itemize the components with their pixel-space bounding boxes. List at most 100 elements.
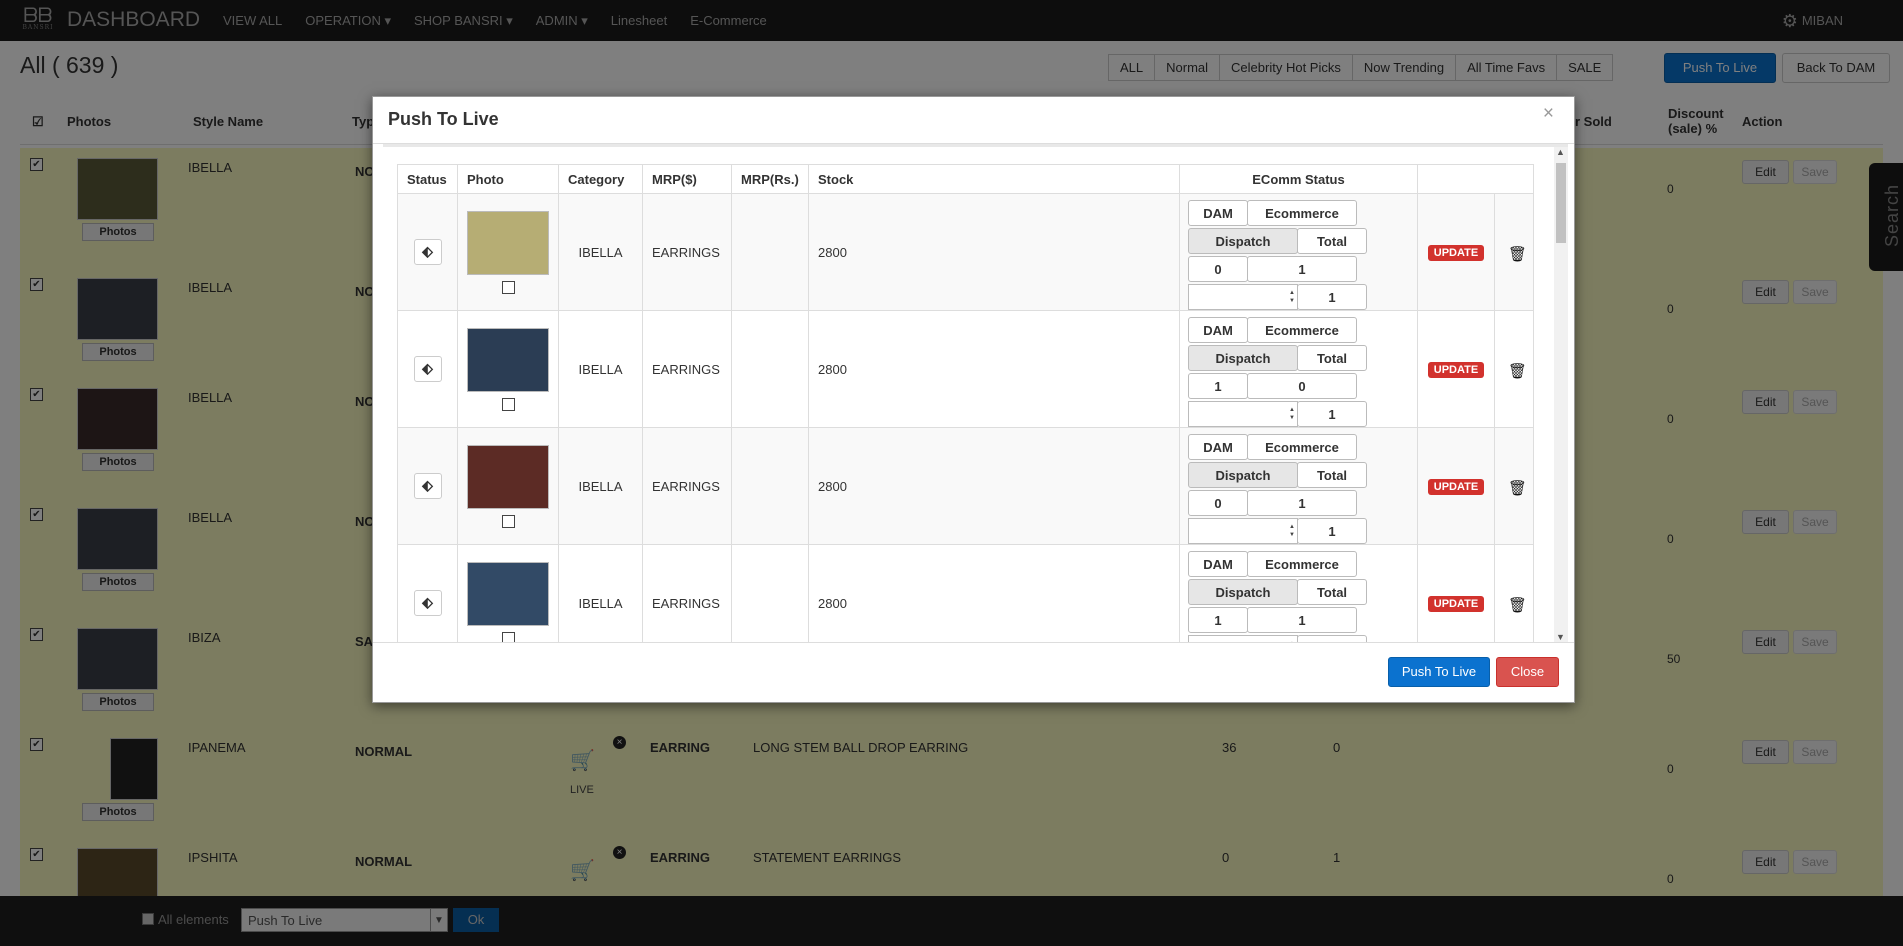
- style-value: IBELLA: [558, 310, 643, 428]
- stepper-icon[interactable]: ▲▼: [1289, 406, 1295, 422]
- style-value: IBELLA: [558, 193, 643, 311]
- dispatch-label[interactable]: Dispatch: [1188, 462, 1298, 488]
- total-count: 1: [1297, 518, 1367, 544]
- ecomm-status-widget: DAM Ecommerce Dispatch Total 0 1 ▲ ▼ 1: [1188, 194, 1408, 310]
- category-value: EARRINGS: [642, 193, 732, 311]
- photo-checkbox[interactable]: [501, 514, 515, 528]
- stock-value: 2800: [808, 544, 1180, 642]
- stock-value: 2800: [808, 310, 1180, 428]
- style-value: IBELLA: [558, 427, 643, 545]
- push-to-live-modal: Push To Live × ▲ ▼ Status Photo Category…: [372, 96, 1575, 703]
- col-status: Status: [397, 164, 458, 194]
- dispatch-quantity-input[interactable]: ▲▼: [1188, 401, 1298, 427]
- col-ecomm-status: EComm Status: [1179, 164, 1418, 194]
- category-value: EARRINGS: [642, 544, 732, 642]
- dispatch-quantity-input[interactable]: ▲▼: [1188, 635, 1298, 642]
- mrp-rs-value: [731, 427, 809, 545]
- scrollbar-thumb[interactable]: [1556, 163, 1566, 243]
- stepper-icon[interactable]: ▲▼: [1289, 523, 1295, 539]
- modal-body: ▲ ▼ Status Photo Category MRP($) MRP(Rs.…: [383, 144, 1568, 642]
- ecomm-status-widget: DAM Ecommerce Dispatch Total 1 0 ▲ ▼ 1: [1188, 311, 1408, 427]
- total-label[interactable]: Total: [1297, 462, 1367, 488]
- modal-footer: Push To Live Close: [373, 642, 1574, 703]
- stock-value: 2800: [808, 427, 1180, 545]
- style-value: IBELLA: [558, 544, 643, 642]
- dam-count: 0: [1188, 256, 1248, 282]
- scroll-up-icon[interactable]: ▲: [1556, 147, 1565, 157]
- status-toggle-icon[interactable]: ⬖: [413, 590, 442, 616]
- trash-icon[interactable]: 🗑: [1508, 245, 1527, 263]
- trash-icon[interactable]: 🗑: [1508, 479, 1527, 497]
- dam-count: 0: [1188, 490, 1248, 516]
- update-button[interactable]: UPDATE: [1427, 244, 1485, 261]
- modal-title: Push To Live: [388, 109, 499, 129]
- col-stock: Stock: [808, 164, 1180, 194]
- trash-icon[interactable]: 🗑: [1508, 362, 1527, 380]
- ecomm-status-widget: DAM Ecommerce Dispatch Total 0 1 ▲ ▼ 1: [1188, 428, 1408, 544]
- ecommerce-count: 1: [1247, 607, 1357, 633]
- product-photo: [467, 444, 549, 509]
- total-count: 1: [1297, 401, 1367, 427]
- category-value: EARRINGS: [642, 427, 732, 545]
- col-category: Category: [558, 164, 643, 194]
- ecommerce-count: 1: [1247, 490, 1357, 516]
- dam-label[interactable]: DAM: [1188, 434, 1248, 460]
- modal-push-to-live-button[interactable]: Push To Live: [1388, 657, 1490, 687]
- dam-label[interactable]: DAM: [1188, 317, 1248, 343]
- push-table: Status Photo Category MRP($) MRP(Rs.) St…: [397, 164, 1534, 642]
- col-mrp-usd: MRP($): [642, 164, 732, 194]
- ecommerce-label[interactable]: Ecommerce: [1247, 551, 1357, 577]
- scroll-down-icon[interactable]: ▼: [1556, 632, 1565, 642]
- photo-checkbox[interactable]: [501, 280, 515, 294]
- product-photo: [467, 327, 549, 392]
- ecomm-status-widget: DAM Ecommerce Dispatch Total 1 1 ▲▼ 1: [1188, 545, 1408, 642]
- modal-scrollbar[interactable]: ▲ ▼: [1554, 147, 1568, 642]
- ecommerce-count: 1: [1247, 256, 1357, 282]
- photo-checkbox[interactable]: [501, 397, 515, 411]
- status-toggle-icon[interactable]: ⬖: [413, 239, 442, 265]
- total-count: 1: [1297, 635, 1367, 642]
- photo-checkbox[interactable]: [501, 631, 515, 642]
- dispatch-quantity-input[interactable]: ▲▼: [1188, 518, 1298, 544]
- total-count: 1: [1297, 284, 1367, 310]
- update-button[interactable]: UPDATE: [1427, 361, 1485, 378]
- total-label[interactable]: Total: [1297, 579, 1367, 605]
- stock-value: 2800: [808, 193, 1180, 311]
- table-row: ⬖ IBELLA EARRINGS 2800 DAM Ecommerce Dis…: [397, 193, 1534, 311]
- status-toggle-icon[interactable]: ⬖: [413, 356, 442, 382]
- dispatch-label[interactable]: Dispatch: [1188, 228, 1298, 254]
- dam-count: 1: [1188, 607, 1248, 633]
- mrp-rs-value: [731, 544, 809, 642]
- trash-icon[interactable]: 🗑: [1508, 596, 1527, 614]
- table-row: ⬖ IBELLA EARRINGS 2800 DAM Ecommerce Dis…: [397, 310, 1534, 428]
- mrp-rs-value: [731, 310, 809, 428]
- update-button[interactable]: UPDATE: [1427, 478, 1485, 495]
- stepper-icon[interactable]: ▲▼: [1289, 289, 1295, 305]
- category-value: EARRINGS: [642, 310, 732, 428]
- total-label[interactable]: Total: [1297, 228, 1367, 254]
- dam-label[interactable]: DAM: [1188, 200, 1248, 226]
- product-photo: [467, 210, 549, 275]
- dispatch-quantity-input[interactable]: ▲▼: [1188, 284, 1298, 310]
- table-row: ⬖ IBELLA EARRINGS 2800 DAM Ecommerce Dis…: [397, 544, 1534, 642]
- dispatch-label[interactable]: Dispatch: [1188, 579, 1298, 605]
- col-actions: [1417, 164, 1534, 194]
- ecommerce-count: 0: [1247, 373, 1357, 399]
- col-mrp-rs: MRP(Rs.): [731, 164, 809, 194]
- dispatch-label[interactable]: Dispatch: [1188, 345, 1298, 371]
- ecommerce-label[interactable]: Ecommerce: [1247, 200, 1357, 226]
- mrp-rs-value: [731, 193, 809, 311]
- ecommerce-label[interactable]: Ecommerce: [1247, 317, 1357, 343]
- dam-label[interactable]: DAM: [1188, 551, 1248, 577]
- col-photo: Photo: [457, 164, 559, 194]
- modal-header: Push To Live ×: [373, 97, 1574, 144]
- product-photo: [467, 561, 549, 626]
- ecommerce-label[interactable]: Ecommerce: [1247, 434, 1357, 460]
- modal-close-button[interactable]: Close: [1496, 657, 1559, 687]
- dam-count: 1: [1188, 373, 1248, 399]
- total-label[interactable]: Total: [1297, 345, 1367, 371]
- table-row: ⬖ IBELLA EARRINGS 2800 DAM Ecommerce Dis…: [397, 427, 1534, 545]
- status-toggle-icon[interactable]: ⬖: [413, 473, 442, 499]
- update-button[interactable]: UPDATE: [1427, 595, 1485, 612]
- close-icon[interactable]: ×: [1543, 103, 1554, 125]
